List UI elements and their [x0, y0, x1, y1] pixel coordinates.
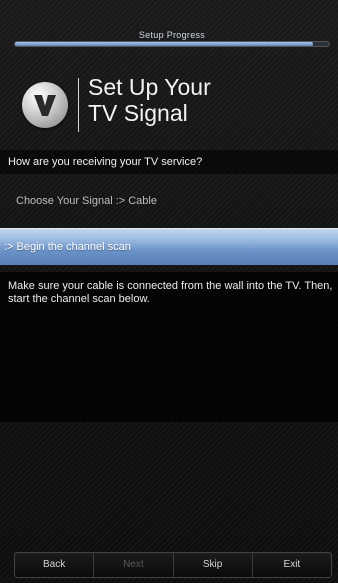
footer-nav: Back Next Skip Exit	[14, 552, 332, 578]
info-text: Make sure your cable is connected from t…	[8, 280, 333, 305]
skip-button[interactable]: Skip	[174, 553, 253, 577]
title-line-1: Set Up Your	[88, 74, 211, 100]
header-divider	[78, 78, 79, 132]
choose-signal-label: Choose Your Signal :> Cable	[16, 195, 157, 207]
title-line-2: TV Signal	[88, 100, 188, 126]
begin-scan-item[interactable]: :> Begin the channel scan	[0, 228, 338, 265]
back-button[interactable]: Back	[15, 553, 95, 577]
choose-signal-item[interactable]: Choose Your Signal :> Cable	[0, 192, 338, 212]
progress-label: Setup Progress	[138, 30, 206, 40]
tv-setup-screen: Setup Progress Set Up Your TV Signal How…	[0, 0, 338, 583]
question-row: How are you receiving your TV service?	[0, 150, 338, 174]
setup-progress: Setup Progress	[14, 30, 330, 48]
next-button[interactable]: Next	[94, 553, 174, 577]
progress-fill	[15, 42, 314, 46]
exit-button[interactable]: Exit	[253, 553, 331, 577]
progress-bar	[14, 41, 330, 47]
begin-scan-label: :> Begin the channel scan	[4, 241, 131, 253]
page-header: Set Up Your TV Signal	[16, 72, 316, 138]
page-title: Set Up Your TV Signal	[88, 74, 211, 126]
question-text: How are you receiving your TV service?	[8, 156, 203, 168]
vizio-logo-icon	[22, 82, 68, 128]
